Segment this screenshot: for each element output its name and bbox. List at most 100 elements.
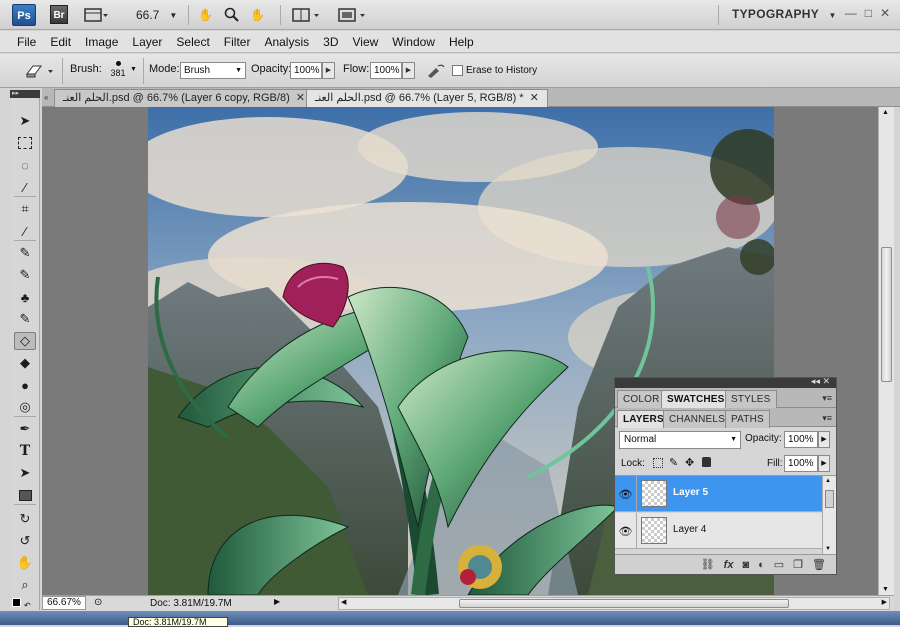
lock-pixels-icon[interactable]: ✎: [669, 456, 678, 469]
eraser-tool[interactable]: ◇: [14, 332, 36, 350]
eyedropper-tool[interactable]: ⁄: [14, 222, 36, 240]
path-selection-tool[interactable]: ➤: [14, 464, 36, 482]
zoom-level-dropdown[interactable]: 66.7 ▼: [136, 5, 177, 25]
lock-position-icon[interactable]: ✥: [685, 456, 694, 469]
tab-swatches[interactable]: SWATCHES: [661, 390, 731, 408]
dodge-tool[interactable]: ◎: [14, 398, 36, 416]
screen-mode-button[interactable]: [338, 5, 370, 25]
type-tool[interactable]: T: [14, 442, 36, 460]
menu-filter[interactable]: Filter: [217, 31, 258, 52]
move-tool[interactable]: ➤: [14, 112, 36, 130]
scroll-down-icon[interactable]: ▼: [882, 586, 889, 593]
horizontal-scrollbar[interactable]: ◀ ▶: [338, 597, 890, 610]
clone-stamp-tool[interactable]: ♣: [14, 288, 36, 306]
eye-icon[interactable]: 👁: [615, 476, 637, 512]
menu-image[interactable]: Image: [78, 31, 125, 52]
adjustment-layer-icon[interactable]: ◐: [758, 559, 765, 571]
status-menu-arrow-icon[interactable]: ▶: [274, 597, 280, 606]
panel-collapse-icon[interactable]: ◂◂ ✕: [811, 376, 830, 387]
layer-row-layer-5[interactable]: 👁 Layer 5: [615, 476, 822, 512]
3d-orbit-tool[interactable]: ↺: [14, 532, 36, 550]
scroll-left-icon[interactable]: ◀: [341, 598, 346, 606]
menu-file[interactable]: File: [10, 31, 43, 52]
lock-transparency-icon[interactable]: [653, 458, 663, 468]
arrange-documents-button[interactable]: [292, 5, 324, 25]
flow-input[interactable]: 100%: [370, 62, 402, 79]
mode-select[interactable]: Brush ▼: [180, 62, 246, 79]
tab-channels[interactable]: CHANNELS: [663, 410, 732, 428]
close-icon[interactable]: ✕: [880, 6, 890, 20]
tab-layer-6-copy[interactable]: الحلم العنـ.psd @ 66.7% (Layer 6 copy, R…: [54, 89, 314, 107]
close-icon[interactable]: ✕: [296, 92, 305, 104]
layers-scroll-thumb[interactable]: [825, 490, 834, 508]
menu-edit[interactable]: Edit: [43, 31, 78, 52]
layer-row-layer-4[interactable]: 👁 Layer 4: [615, 513, 822, 549]
opacity-slider-button[interactable]: ▶: [322, 62, 335, 79]
status-preview-icon[interactable]: ⊙: [94, 597, 102, 608]
paint-bucket-tool[interactable]: ◆: [14, 354, 36, 372]
bridge-button[interactable]: Br: [50, 5, 68, 24]
menu-3d[interactable]: 3D: [316, 31, 345, 52]
fill-input[interactable]: 100%: [784, 455, 818, 472]
photoshop-logo[interactable]: Ps: [12, 4, 36, 26]
view-extras-button[interactable]: [84, 5, 108, 25]
airbrush-button[interactable]: [426, 63, 446, 82]
tab-styles[interactable]: STYLES: [725, 390, 777, 408]
shape-tool[interactable]: [14, 486, 36, 504]
layer-mask-icon[interactable]: ◙: [742, 559, 749, 571]
fill-slider-button[interactable]: ▶: [818, 455, 830, 472]
close-icon[interactable]: ✕: [530, 92, 539, 104]
minimize-icon[interactable]: —: [845, 6, 857, 20]
hand-tool-button[interactable]: ✋: [198, 5, 213, 25]
eye-icon[interactable]: 👁: [615, 513, 637, 549]
lock-all-icon[interactable]: [702, 457, 711, 467]
scroll-right-icon[interactable]: ▶: [882, 598, 887, 606]
menu-view[interactable]: View: [345, 31, 385, 52]
crop-tool[interactable]: ⌗: [14, 200, 36, 218]
chevron-down-icon[interactable]: ▼: [130, 66, 137, 73]
hand-tool[interactable]: ✋: [14, 554, 36, 572]
panel-title-bar[interactable]: ◂◂ ✕: [615, 376, 836, 388]
zoom-tool[interactable]: ⌕: [14, 576, 36, 594]
horizontal-scroll-thumb[interactable]: [459, 599, 789, 608]
menu-layer[interactable]: Layer: [125, 31, 169, 52]
tool-preset-picker[interactable]: [24, 63, 58, 82]
opacity-input[interactable]: 100%: [290, 62, 322, 79]
tab-paths[interactable]: PATHS: [725, 410, 770, 428]
menu-select[interactable]: Select: [169, 31, 216, 52]
pen-tool[interactable]: ✒: [14, 420, 36, 438]
layer-opacity-input[interactable]: 100%: [784, 431, 818, 448]
scroll-down-icon[interactable]: ▼: [825, 546, 831, 552]
link-layers-icon[interactable]: ⛓: [701, 558, 715, 571]
trash-icon[interactable]: 🗑: [812, 558, 826, 571]
blend-mode-select[interactable]: Normal ▼: [619, 431, 741, 449]
scroll-up-icon[interactable]: ▲: [882, 109, 889, 116]
menu-window[interactable]: Window: [385, 31, 442, 52]
foreground-color-swatch[interactable]: [12, 598, 21, 607]
brush-picker[interactable]: 381: [106, 58, 130, 84]
layer-opacity-slider-button[interactable]: ▶: [818, 431, 830, 448]
zoom-tool-button[interactable]: [224, 5, 240, 25]
3d-rotate-tool[interactable]: ↻: [14, 510, 36, 528]
menu-help[interactable]: Help: [442, 31, 481, 52]
swap-colors-icon[interactable]: ↶: [24, 601, 31, 610]
brush-tool[interactable]: ✎: [14, 266, 36, 284]
lasso-tool[interactable]: ◌: [14, 156, 36, 174]
flow-slider-button[interactable]: ▶: [402, 62, 415, 79]
marquee-tool[interactable]: [14, 134, 36, 152]
erase-to-history-checkbox[interactable]: [452, 65, 463, 76]
vertical-scroll-thumb[interactable]: [881, 247, 892, 382]
layers-scrollbar[interactable]: ▲ ▼: [822, 476, 836, 554]
scroll-up-icon[interactable]: ▲: [825, 478, 831, 484]
quick-selection-tool[interactable]: ⁄: [14, 178, 36, 196]
tab-layer-5[interactable]: الحلم العنـ.psd @ 66.7% (Layer 5, RGB/8)…: [306, 89, 548, 107]
restore-icon[interactable]: □: [865, 6, 872, 20]
new-group-icon[interactable]: ▭: [774, 558, 784, 571]
rotate-view-button[interactable]: ✋: [250, 5, 265, 25]
history-brush-tool[interactable]: ✎: [14, 310, 36, 328]
new-layer-icon[interactable]: ❐: [793, 558, 803, 571]
blur-tool[interactable]: ●: [14, 376, 36, 394]
workspace-switcher[interactable]: TYPOGRAPHY ▼: [732, 7, 837, 21]
panel-menu-icon[interactable]: ▾≡: [822, 393, 832, 404]
tabs-menu-icon[interactable]: «: [44, 93, 48, 102]
